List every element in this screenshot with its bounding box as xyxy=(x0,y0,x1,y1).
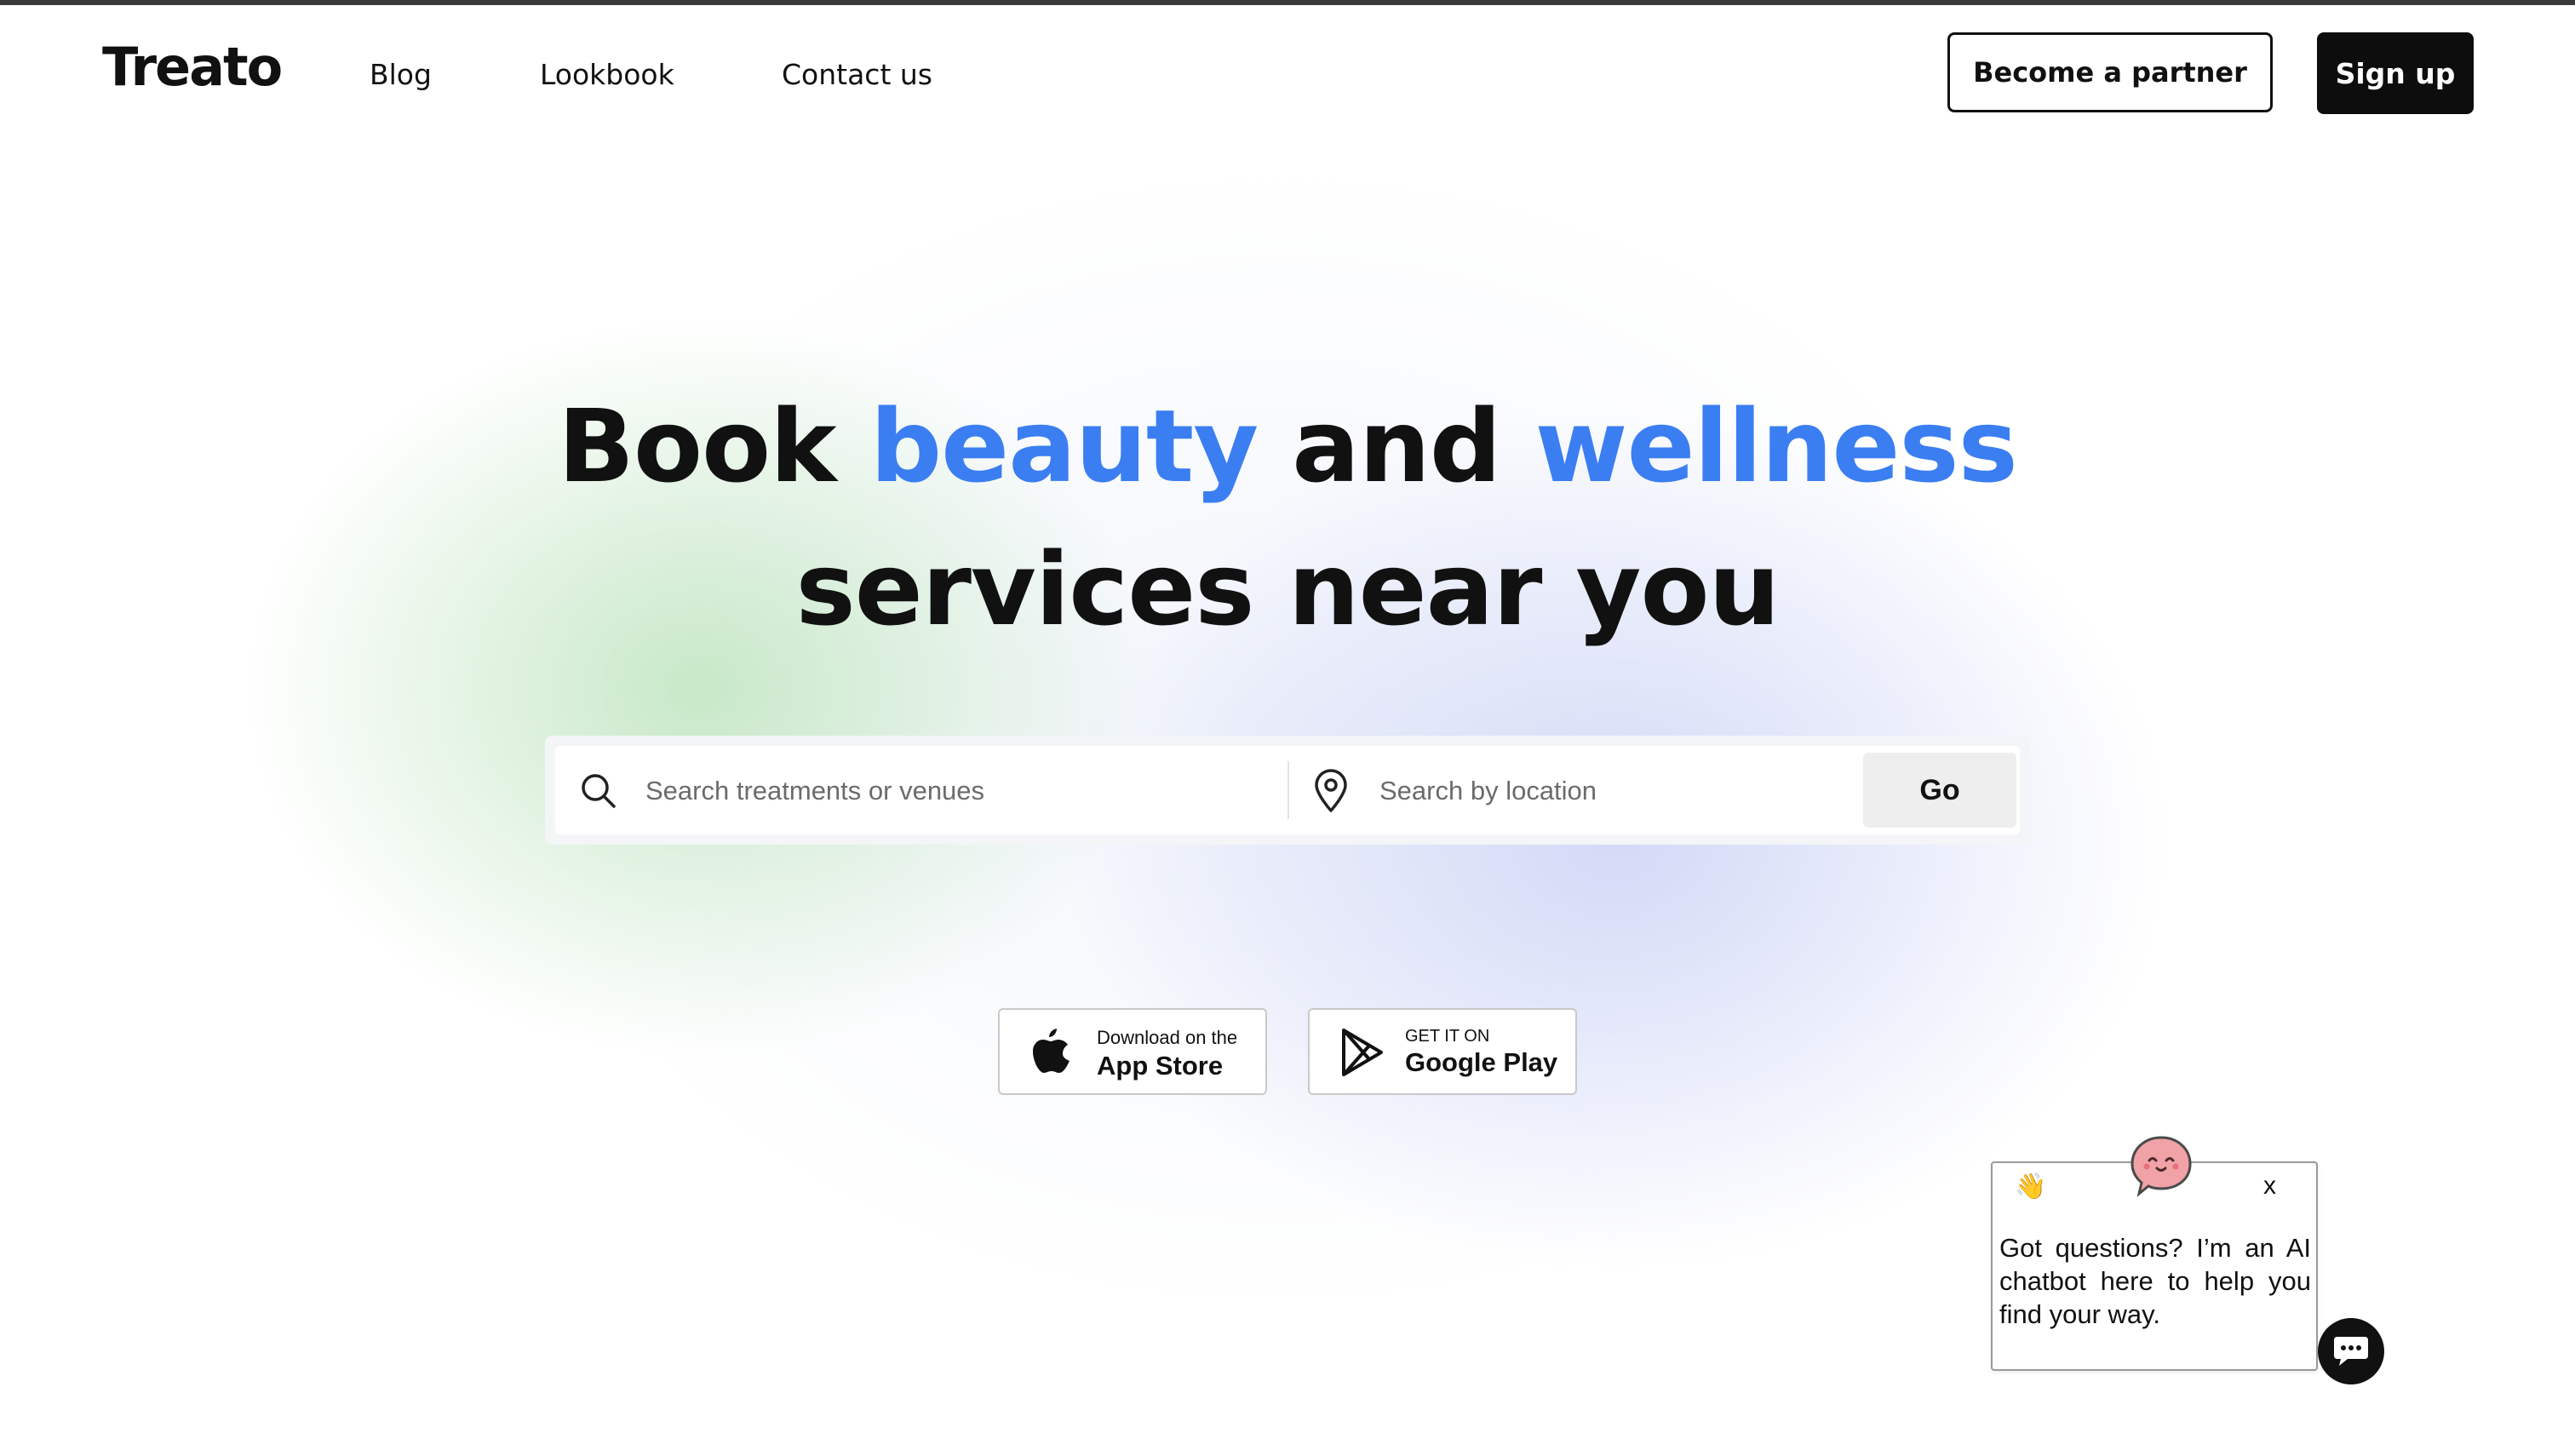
chat-launcher-button[interactable] xyxy=(2318,1318,2384,1384)
nav-link-contact[interactable]: Contact us xyxy=(782,58,932,91)
hero-headline: Book beauty and wellness services near y… xyxy=(0,375,2575,661)
top-navigation: Treato Blog Lookbook Contact us Become a… xyxy=(0,5,2575,143)
headline-text-and: and xyxy=(1258,387,1535,505)
chatbot-face-icon xyxy=(2131,1136,2192,1197)
location-search-input[interactable] xyxy=(1378,766,1875,816)
treato-logo[interactable]: Treato xyxy=(102,36,283,98)
app-store-big-text: App Store xyxy=(1097,1051,1224,1081)
app-store-badge[interactable]: Download on the App Store xyxy=(998,1008,1267,1095)
go-button[interactable]: Go xyxy=(1863,753,2016,828)
headline-line-1: Book beauty and wellness xyxy=(0,375,2575,518)
chatbot-message: Got questions? I’m an AI chatbot here to… xyxy=(1999,1233,2311,1329)
apple-icon xyxy=(1033,1029,1070,1073)
headline-accent-wellness: wellness xyxy=(1534,387,2017,505)
search-bar: Go xyxy=(545,736,2030,845)
google-play-icon xyxy=(1342,1029,1383,1076)
nav-link-lookbook[interactable]: Lookbook xyxy=(540,58,674,91)
become-partner-button[interactable]: Become a partner xyxy=(1947,32,2273,112)
nav-link-blog[interactable]: Blog xyxy=(370,58,432,91)
headline-accent-beauty: beauty xyxy=(869,387,1259,505)
search-icon xyxy=(582,774,616,808)
google-play-big-text: Google Play xyxy=(1405,1047,1558,1077)
search-divider xyxy=(1288,761,1289,819)
chatbot-close-button[interactable]: x xyxy=(2263,1172,2276,1201)
treatments-search-input[interactable] xyxy=(644,766,1277,816)
sign-up-button[interactable]: Sign up xyxy=(2317,32,2474,114)
google-play-small-text: GET IT ON xyxy=(1405,1027,1490,1046)
waving-hand-icon: 👋 xyxy=(2015,1172,2047,1201)
headline-line-2: services near you xyxy=(795,530,1780,648)
google-play-badge[interactable]: GET IT ON Google Play xyxy=(1308,1008,1577,1095)
chat-bubble-icon xyxy=(2334,1337,2368,1366)
headline-text-book: Book xyxy=(558,387,870,505)
location-pin-icon xyxy=(1315,769,1347,812)
app-store-small-text: Download on the xyxy=(1097,1027,1238,1048)
search-bar-inner: Go xyxy=(555,746,2020,834)
